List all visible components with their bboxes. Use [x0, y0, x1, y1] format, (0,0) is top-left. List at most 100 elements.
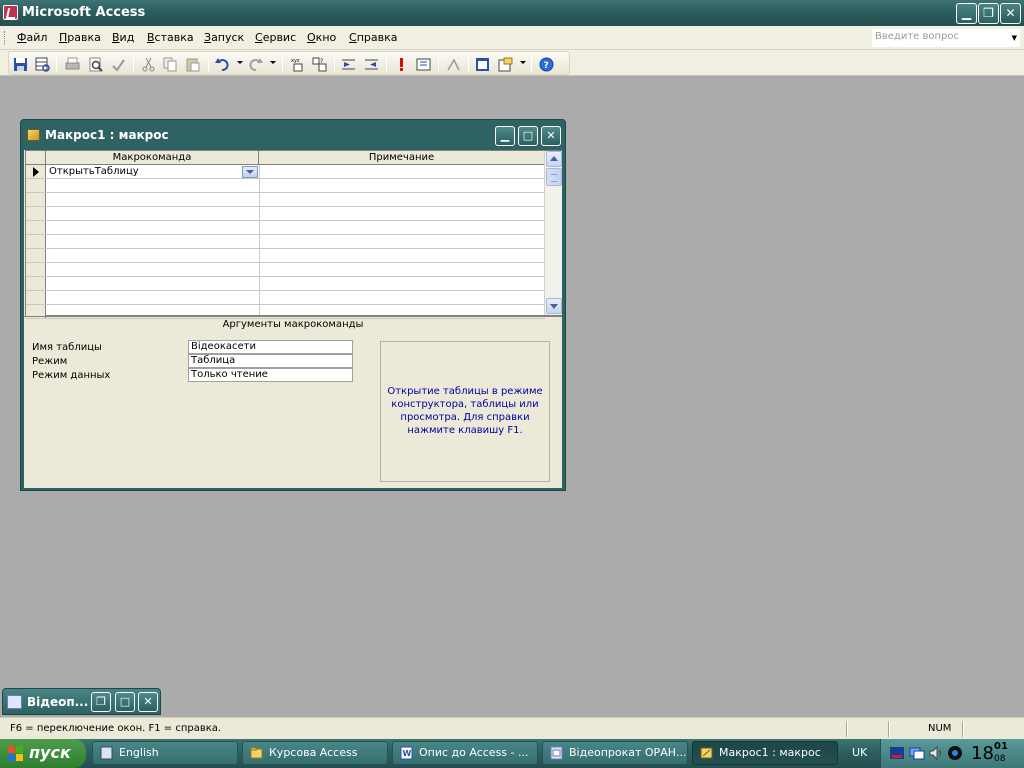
new-object-dropdown-icon[interactable]	[520, 61, 526, 64]
new-object-icon[interactable]	[498, 57, 513, 72]
action-cell[interactable]	[47, 179, 259, 192]
access-app-icon[interactable]	[3, 5, 18, 20]
comment-cell[interactable]	[260, 165, 544, 178]
taskbar-item-word-document[interactable]: W Опис до Access - ...	[392, 741, 538, 765]
menu-tools[interactable]: Сервис	[255, 31, 296, 44]
table-row[interactable]	[26, 291, 545, 305]
step-icon[interactable]	[416, 57, 431, 72]
taskbar-item-macro[interactable]: Макрос1 : макрос	[692, 741, 838, 765]
action-help-panel: Открытие таблицы в режиме конструктора, …	[380, 341, 550, 482]
grid-corner-header[interactable]	[26, 151, 46, 165]
table-row[interactable]	[26, 207, 545, 221]
build-icon[interactable]	[446, 57, 461, 72]
minimized-close-button[interactable]: ✕	[138, 692, 158, 712]
menu-grip-handle[interactable]	[4, 31, 7, 45]
table-row[interactable]	[26, 193, 545, 207]
table-row[interactable]	[26, 249, 545, 263]
scroll-up-icon[interactable]	[546, 151, 562, 167]
comment-cell[interactable]	[260, 221, 544, 234]
taskbar-item-label: Опис до Access - ...	[419, 746, 529, 759]
comment-cell[interactable]	[260, 207, 544, 220]
table-view-icon[interactable]	[35, 57, 50, 72]
help-icon[interactable]: ?	[539, 57, 554, 72]
macro-close-button[interactable]: ✕	[541, 126, 561, 146]
minimized-restore-button[interactable]: ❐	[91, 692, 111, 712]
column-header-comment[interactable]: Примечание	[259, 151, 545, 165]
comment-cell[interactable]	[260, 291, 544, 304]
action-cell[interactable]	[47, 221, 259, 234]
xvid-icon[interactable]	[889, 745, 905, 761]
action-cell[interactable]	[47, 207, 259, 220]
action-cell[interactable]	[47, 193, 259, 206]
print-icon[interactable]	[65, 57, 80, 72]
volume-icon[interactable]	[928, 745, 944, 761]
argument-value-data-mode[interactable]: Только чтение	[188, 368, 353, 382]
chevron-down-icon[interactable]: ▼	[1012, 34, 1017, 42]
argument-value-view[interactable]: Таблица	[188, 354, 353, 368]
comment-cell[interactable]	[260, 179, 544, 192]
comment-cell[interactable]	[260, 193, 544, 206]
column-header-action[interactable]: Макрокоманда	[46, 151, 259, 165]
macro-names-icon[interactable]: xyz	[290, 57, 305, 72]
menu-insert[interactable]: Вставка	[147, 31, 194, 44]
conditions-icon[interactable]: ?	[312, 57, 327, 72]
macro-maximize-button[interactable]: □	[518, 126, 538, 146]
minimize-button[interactable]: ▁	[956, 3, 977, 24]
insert-rows-icon[interactable]	[341, 57, 356, 72]
network-icon[interactable]	[909, 745, 925, 761]
grid-vertical-scrollbar[interactable]	[544, 151, 562, 315]
table-row[interactable]	[26, 221, 545, 235]
redo-dropdown-icon[interactable]	[270, 61, 276, 64]
cut-icon[interactable]	[141, 57, 156, 72]
comment-cell[interactable]	[260, 263, 544, 276]
action-cell[interactable]	[47, 263, 259, 276]
menu-help[interactable]: Справка	[349, 31, 397, 44]
action-cell[interactable]	[47, 235, 259, 248]
action-cell[interactable]: ОткрытьТаблицу	[47, 165, 259, 178]
action-cell[interactable]	[47, 277, 259, 290]
delete-rows-icon[interactable]	[364, 57, 379, 72]
comment-cell[interactable]	[260, 235, 544, 248]
taskbar-item-folder[interactable]: Курсова Access	[242, 741, 388, 765]
macro-window-title-bar[interactable]: Макрос1 : макрос ▁ □ ✕	[21, 120, 565, 150]
undo-dropdown-icon[interactable]	[237, 61, 243, 64]
menu-window[interactable]: Окно	[307, 31, 336, 44]
help-question-input[interactable]: Введите вопрос ▼	[872, 29, 1020, 47]
save-icon[interactable]	[13, 57, 28, 72]
start-button[interactable]: пуск	[0, 739, 86, 768]
restore-button[interactable]: ❐	[978, 3, 999, 24]
action-cell[interactable]	[47, 249, 259, 262]
language-indicator[interactable]: UK	[852, 746, 867, 759]
comment-cell[interactable]	[260, 277, 544, 290]
undo-icon[interactable]	[215, 57, 230, 72]
action-cell[interactable]	[47, 291, 259, 304]
spelling-icon[interactable]	[111, 57, 126, 72]
macro-minimize-button[interactable]: ▁	[495, 126, 515, 146]
table-row[interactable]	[26, 235, 545, 249]
copy-icon[interactable]	[163, 57, 178, 72]
scroll-down-icon[interactable]	[546, 298, 562, 314]
taskbar-item-english[interactable]: English	[92, 741, 238, 765]
minimized-maximize-button[interactable]: □	[115, 692, 135, 712]
menu-file[interactable]: Файл	[17, 31, 47, 44]
menu-edit[interactable]: Правка	[59, 31, 101, 44]
argument-value-table-name[interactable]: Відеокасети	[188, 340, 353, 354]
database-window-icon[interactable]	[475, 57, 490, 72]
minimized-database-window[interactable]: Відеоп... ❐ □ ✕	[2, 688, 161, 715]
run-icon[interactable]	[394, 57, 409, 72]
table-row[interactable]	[26, 277, 545, 291]
media-player-icon[interactable]	[947, 745, 963, 761]
menu-view[interactable]: Вид	[112, 31, 134, 44]
action-dropdown-icon[interactable]	[242, 166, 258, 178]
print-preview-icon[interactable]	[88, 57, 103, 72]
table-row[interactable]	[26, 179, 545, 193]
taskbar-item-database[interactable]: Відеопрокат ОРАН...	[542, 741, 688, 765]
paste-icon[interactable]	[185, 57, 200, 72]
table-row[interactable]	[26, 263, 545, 277]
redo-icon[interactable]	[248, 57, 263, 72]
scroll-thumb[interactable]	[546, 168, 562, 186]
comment-cell[interactable]	[260, 249, 544, 262]
table-row[interactable]: ОткрытьТаблицу	[26, 165, 545, 179]
menu-run[interactable]: Запуск	[204, 31, 244, 44]
close-button[interactable]: ✕	[1000, 3, 1021, 24]
